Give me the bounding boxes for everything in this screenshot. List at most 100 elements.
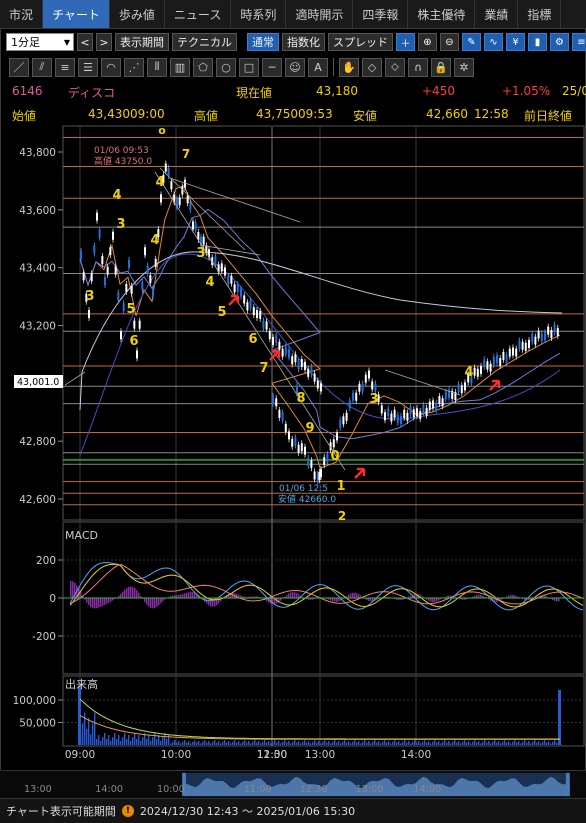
wave-icon[interactable]: ∿: [484, 33, 503, 51]
volume-bar: [420, 743, 422, 745]
hand-icon[interactable]: ✋: [339, 57, 359, 77]
eraser-icon[interactable]: ◇: [362, 57, 382, 77]
plus-icon[interactable]: ＋: [396, 33, 415, 51]
volume-bar: [536, 742, 538, 745]
pentagon-icon[interactable]: ⬠: [193, 57, 213, 77]
volume-bar: [472, 741, 474, 745]
xtick-label-3: 12:30: [257, 749, 287, 761]
zoom-in-icon[interactable]: ⊕: [418, 33, 437, 51]
candle-body: [96, 212, 98, 221]
spread-button[interactable]: スプレッド: [328, 33, 393, 51]
candle-body: [281, 412, 284, 421]
volume-bar: [490, 743, 492, 745]
display-period-button[interactable]: 表示期間: [115, 33, 169, 51]
zoom-out-icon[interactable]: ⊖: [440, 33, 459, 51]
candle-body: [393, 409, 396, 418]
candle-body: [489, 363, 492, 372]
volume-bar: [138, 735, 140, 745]
candle-body: [262, 320, 265, 329]
wave-low-marker: 2: [338, 509, 346, 523]
volume-bar: [318, 740, 320, 745]
macd-hist-bar: [434, 598, 436, 603]
multi-lines-icon[interactable]: ☰: [78, 57, 98, 77]
lock-icon[interactable]: 🔒: [431, 57, 451, 77]
quote-date: 25/0: [562, 84, 586, 98]
volume-bar: [408, 740, 410, 745]
tab-3[interactable]: ニュース: [165, 0, 232, 28]
candle-body: [291, 356, 294, 365]
magnet-icon[interactable]: ∩: [408, 57, 428, 77]
macd-hist-bar: [146, 598, 148, 605]
tab-6[interactable]: 四季報: [353, 0, 409, 28]
chart-area[interactable]: 43,80043,60043,40043,20042,80042,600 343…: [0, 124, 586, 770]
chart-settings-icon[interactable]: ⚙: [550, 33, 569, 51]
technical-button[interactable]: テクニカル: [172, 33, 237, 51]
candle-body: [428, 401, 431, 410]
candle-body: [106, 266, 109, 275]
candle-body: [278, 341, 281, 350]
tab-8[interactable]: 業績: [475, 0, 519, 28]
volume-bar: [360, 743, 362, 745]
volume-bar: [102, 737, 104, 745]
pen-icon[interactable]: ✎: [462, 33, 481, 51]
macd-hist-bar: [290, 592, 292, 598]
candle-icon[interactable]: ▮: [528, 33, 547, 51]
tab-9[interactable]: 指標: [518, 0, 562, 28]
trend-line-icon[interactable]: ／: [9, 57, 29, 77]
macd-hist-bar: [158, 598, 160, 606]
circle-icon[interactable]: ○: [216, 57, 236, 77]
volume-bar: [118, 735, 120, 745]
prev-button[interactable]: <: [77, 33, 93, 51]
wave-label-2: 3: [116, 217, 125, 232]
arc-icon[interactable]: ◠: [101, 57, 121, 77]
trend-line-3: [384, 369, 461, 396]
tab-4[interactable]: 時系列: [231, 0, 287, 28]
volume-bar: [208, 740, 210, 745]
wave-label-16: 3: [369, 392, 378, 407]
gear-icon[interactable]: ✲: [454, 57, 474, 77]
rectangle-icon[interactable]: □: [239, 57, 259, 77]
candle-body: [149, 275, 152, 284]
candle-body: [323, 457, 326, 466]
volume-bar: [522, 741, 524, 745]
channel-icon[interactable]: ⫽: [32, 57, 52, 77]
volume-bar: [350, 743, 352, 745]
tab-1[interactable]: チャート: [43, 0, 110, 28]
vertical-lines-icon[interactable]: ⦀: [147, 57, 167, 77]
tab-7[interactable]: 株主優待: [408, 0, 476, 28]
volume-bar: [220, 743, 222, 745]
volume-bar: [504, 740, 506, 745]
volume-bar: [492, 741, 494, 745]
volume-bar: [198, 740, 200, 745]
macd-hist-bar: [432, 598, 434, 603]
candle-body: [432, 400, 434, 409]
yen-icon[interactable]: ¥: [506, 33, 525, 51]
horizontal-lines-icon[interactable]: ≡: [55, 57, 75, 77]
volume-bar: [446, 742, 448, 745]
volume-bar: [94, 712, 96, 745]
navigator[interactable]: 13:00 14:00 10:00 11:00 12:30 13:00 14:00: [0, 770, 586, 798]
volume-bar: [498, 740, 500, 745]
tab-5[interactable]: 適時開示: [286, 0, 354, 28]
bars-icon[interactable]: ▥: [170, 57, 190, 77]
dash-icon[interactable]: ─: [262, 57, 282, 77]
volume-bar: [252, 741, 254, 745]
period-select[interactable]: 1分足 ▼: [6, 33, 74, 51]
normal-button[interactable]: 通常: [247, 33, 279, 51]
next-button[interactable]: >: [96, 33, 112, 51]
index-button[interactable]: 指数化: [282, 33, 325, 51]
volume-bar: [402, 741, 404, 745]
erase-all-icon[interactable]: ⬦: [385, 57, 405, 77]
text-icon[interactable]: A: [308, 57, 328, 77]
volume-bar: [246, 742, 248, 745]
wave-label-6: 4: [155, 175, 164, 190]
candle-body: [364, 374, 367, 383]
candle-body: [412, 409, 415, 418]
tab-2[interactable]: 歩み値: [110, 0, 165, 28]
warning-icon: !: [121, 805, 134, 817]
tab-0[interactable]: 市況: [0, 0, 44, 28]
sliders-icon[interactable]: ≡: [572, 33, 586, 51]
icon-stamp-icon[interactable]: ☺: [285, 57, 305, 77]
fan-icon[interactable]: ⋰: [124, 57, 144, 77]
candle-body: [128, 259, 130, 268]
